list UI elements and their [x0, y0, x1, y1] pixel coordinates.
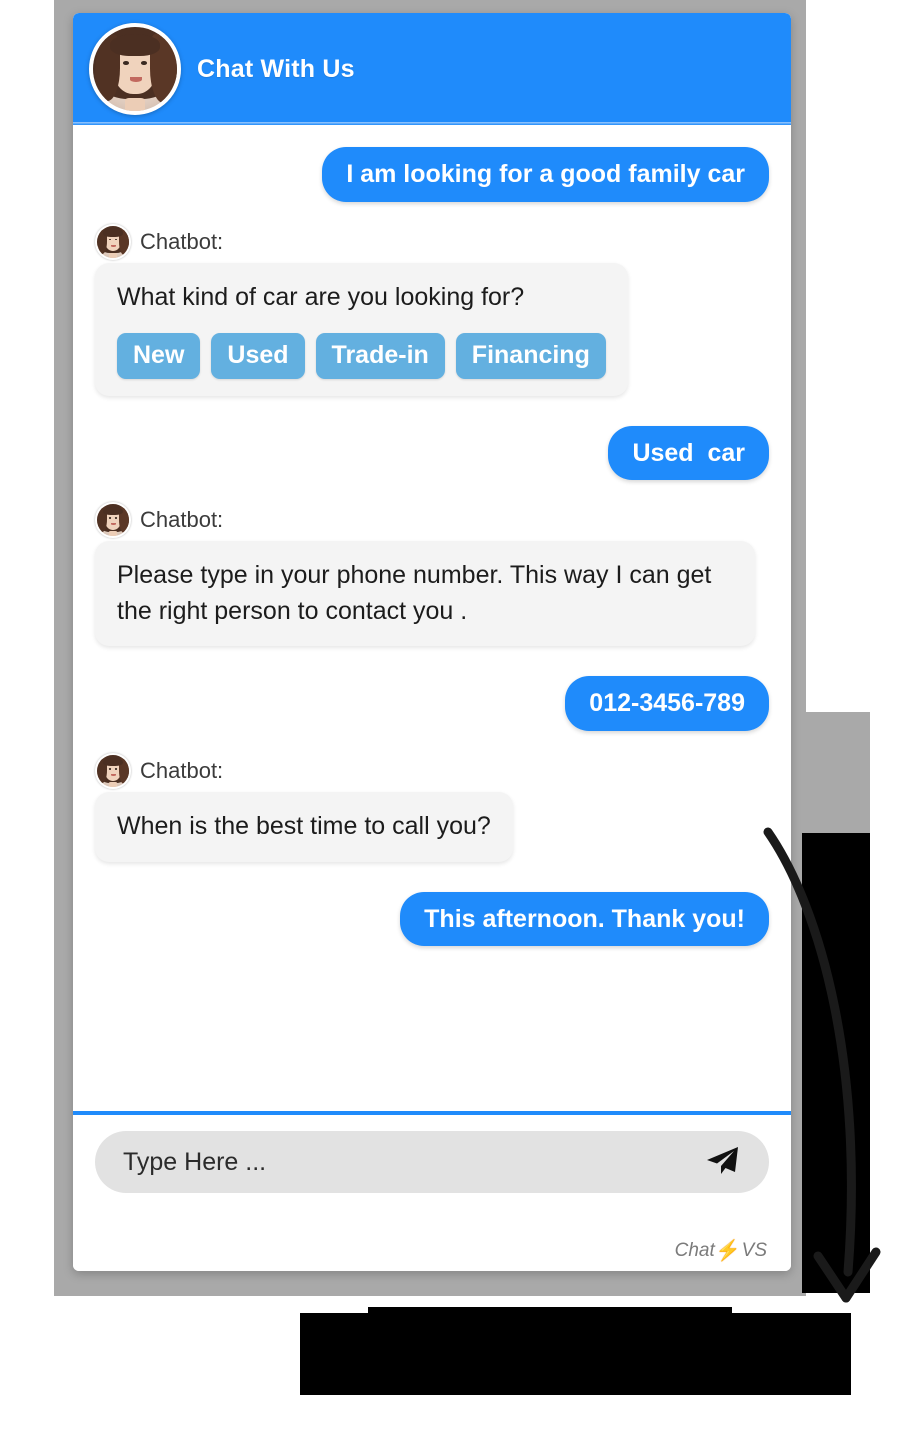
quick-reply-new[interactable]: New — [117, 333, 201, 379]
brand-logo: Chat ⚡ VS — [675, 1238, 767, 1263]
chat-header: Chat With Us — [73, 13, 791, 125]
bot-name-line: Chatbot: — [95, 753, 223, 789]
message-row-bot: Chatbot: When is the best time to call y… — [95, 753, 769, 862]
bot-name-label: Chatbot: — [140, 507, 224, 533]
chat-widget: Chat With Us I am looking for a good fam… — [73, 13, 791, 1271]
bot-avatar — [95, 223, 131, 260]
lightning-bolt-icon: ⚡ — [715, 1240, 741, 1262]
bot-name-line: Chatbot: — [95, 502, 224, 539]
message-row-user: This afternoon. Thank you! — [95, 891, 769, 947]
bot-avatar — [95, 753, 131, 789]
message-row-bot: Chatbot: What kind of car are you lookin… — [95, 223, 769, 396]
user-message-bubble: 012-3456-789 — [565, 676, 769, 731]
bot-name-label: Chatbot: — [140, 228, 224, 254]
agent-avatar-photo — [93, 27, 177, 111]
message-row-bot: Chatbot: Please type in your phone numbe… — [95, 502, 769, 647]
message-row-user: I am looking for a good family car — [95, 147, 769, 202]
agent-avatar — [89, 23, 181, 115]
quick-reply-chips: New Used Trade-in Financing — [117, 333, 606, 379]
quick-reply-trade-in[interactable]: Trade-in — [315, 333, 445, 379]
message-list[interactable]: I am looking for a good family car Chatb… — [73, 125, 791, 1111]
chat-composer: Chat ⚡ VS — [73, 1111, 791, 1271]
user-message-bubble: Used car — [608, 425, 769, 481]
message-row-user: 012-3456-789 — [95, 676, 769, 731]
page-background-bar-bottom — [280, 1280, 806, 1296]
bot-name-line: Chatbot: — [95, 223, 224, 260]
message-input[interactable] — [123, 1147, 699, 1177]
quick-reply-used[interactable]: Used — [211, 333, 305, 379]
bot-message-bubble: Please type in your phone number. This w… — [95, 541, 755, 647]
annotation-arrow-icon — [763, 827, 881, 1303]
send-button[interactable] — [699, 1142, 745, 1182]
screenshot-root: Chat With Us I am looking for a good fam… — [0, 0, 915, 1429]
composer-input-wrap[interactable] — [95, 1131, 769, 1193]
bot-name-label: Chatbot: — [140, 758, 224, 783]
user-message-bubble: This afternoon. Thank you! — [400, 891, 769, 947]
chat-header-title: Chat With Us — [197, 54, 355, 83]
bot-message-bubble: When is the best time to call you? — [95, 792, 513, 862]
bot-message-text: What kind of car are you looking for? — [117, 282, 525, 311]
send-paper-plane-icon — [704, 1145, 740, 1180]
quick-reply-financing[interactable]: Financing — [455, 333, 606, 379]
bot-message-bubble: What kind of car are you looking for? Ne… — [95, 262, 628, 396]
bot-avatar — [95, 502, 131, 539]
message-row-user: Used car — [95, 425, 769, 481]
redaction-block-bottom-2 — [368, 1307, 732, 1377]
brand-text-left: Chat — [674, 1239, 715, 1261]
user-message-bubble: I am looking for a good family car — [322, 147, 769, 202]
